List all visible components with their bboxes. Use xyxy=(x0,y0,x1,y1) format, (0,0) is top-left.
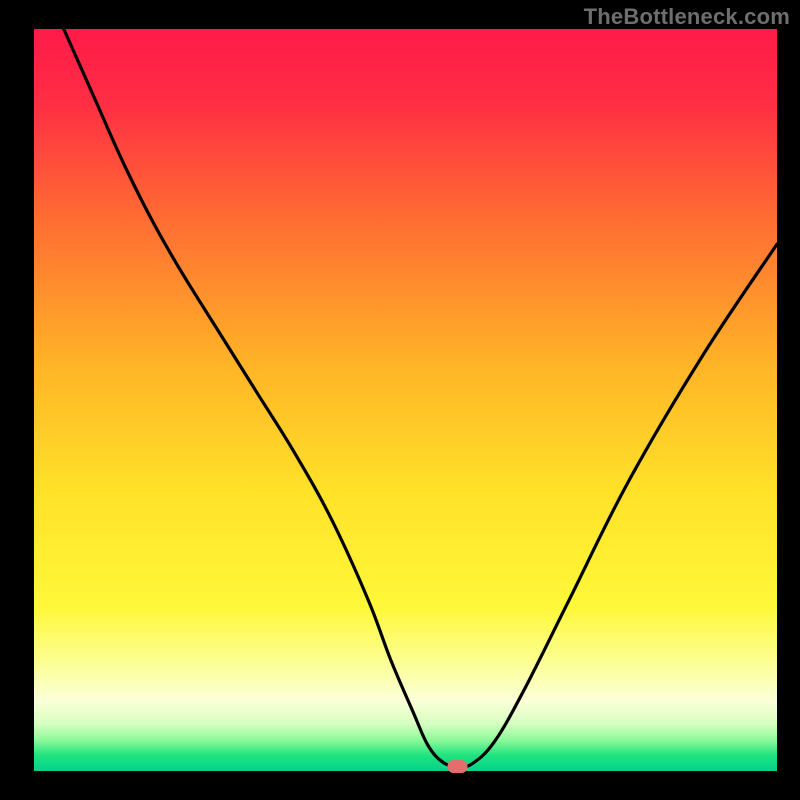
gradient-background xyxy=(34,29,777,771)
bottleneck-chart xyxy=(0,0,800,800)
optimum-marker xyxy=(448,760,468,773)
chart-frame: { "watermark": "TheBottleneck.com", "cha… xyxy=(0,0,800,800)
watermark-text: TheBottleneck.com xyxy=(584,4,790,30)
